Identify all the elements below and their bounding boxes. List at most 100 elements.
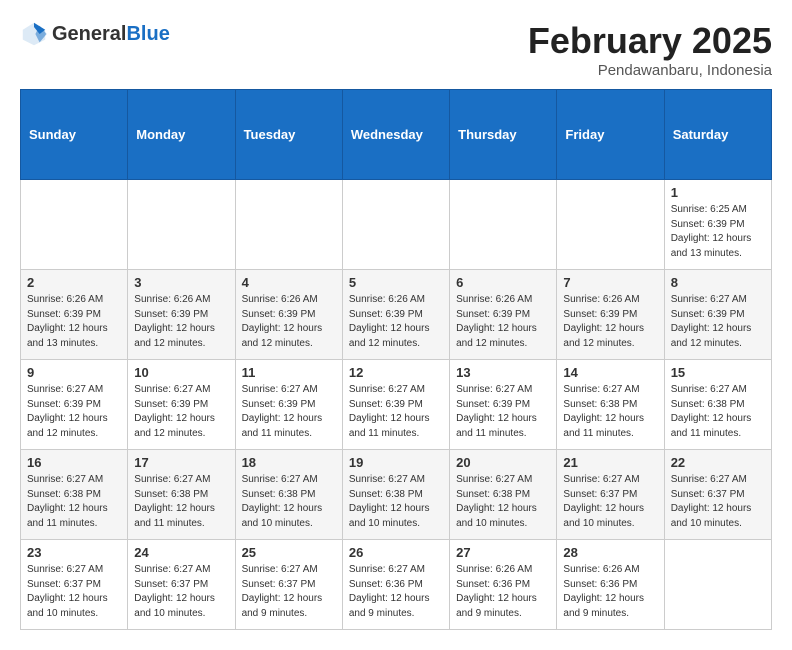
day-number: 16 — [27, 455, 121, 470]
day-number: 17 — [134, 455, 228, 470]
day-info: Sunrise: 6:26 AM Sunset: 6:39 PM Dayligh… — [563, 293, 657, 351]
calendar: SundayMondayTuesdayWednesdayThursdayFrid… — [20, 89, 772, 630]
calendar-week-5: 23 Sunrise: 6:27 AM Sunset: 6:37 PM Dayli… — [21, 540, 772, 630]
calendar-cell: 8 Sunrise: 6:27 AM Sunset: 6:39 PM Daylig… — [664, 270, 771, 360]
day-info: Sunrise: 6:27 AM Sunset: 6:38 PM Dayligh… — [671, 383, 765, 441]
calendar-cell: 7 Sunrise: 6:26 AM Sunset: 6:39 PM Daylig… — [557, 270, 664, 360]
day-info: Sunrise: 6:27 AM Sunset: 6:37 PM Dayligh… — [27, 563, 121, 621]
calendar-cell: 28Sunrise: 6:26 AM Sunset: 6:36 PM Dayli… — [557, 540, 664, 630]
day-info: Sunrise: 6:26 AM Sunset: 6:39 PM Dayligh… — [349, 293, 443, 351]
calendar-cell: 17 Sunrise: 6:27 AM Sunset: 6:38 PM Dayli… — [128, 450, 235, 540]
calendar-week-1: 1 Sunrise: 6:25 AM Sunset: 6:39 PM Daylig… — [21, 180, 772, 270]
day-number: 4 — [242, 275, 336, 290]
calendar-cell — [557, 180, 664, 270]
day-info: Sunrise: 6:26 AM Sunset: 6:39 PM Dayligh… — [27, 293, 121, 351]
calendar-cell: 3 Sunrise: 6:26 AM Sunset: 6:39 PM Daylig… — [128, 270, 235, 360]
day-info: Sunrise: 6:27 AM Sunset: 6:38 PM Dayligh… — [242, 473, 336, 531]
day-number: 18 — [242, 455, 336, 470]
calendar-cell: 2Sunrise: 6:26 AM Sunset: 6:39 PM Daylig… — [21, 270, 128, 360]
day-info: Sunrise: 6:26 AM Sunset: 6:39 PM Dayligh… — [242, 293, 336, 351]
day-number: 15 — [671, 365, 765, 380]
calendar-cell: 1 Sunrise: 6:25 AM Sunset: 6:39 PM Daylig… — [664, 180, 771, 270]
calendar-header-row: SundayMondayTuesdayWednesdayThursdayFrid… — [21, 90, 772, 180]
weekday-header-friday: Friday — [557, 90, 664, 180]
calendar-cell — [128, 180, 235, 270]
day-number: 24 — [134, 545, 228, 560]
day-info: Sunrise: 6:27 AM Sunset: 6:39 PM Dayligh… — [671, 293, 765, 351]
calendar-week-2: 2Sunrise: 6:26 AM Sunset: 6:39 PM Daylig… — [21, 270, 772, 360]
day-number: 22 — [671, 455, 765, 470]
calendar-cell: 22 Sunrise: 6:27 AM Sunset: 6:37 PM Dayli… — [664, 450, 771, 540]
day-info: Sunrise: 6:27 AM Sunset: 6:38 PM Dayligh… — [134, 473, 228, 531]
calendar-cell: 12Sunrise: 6:27 AM Sunset: 6:39 PM Dayli… — [342, 360, 449, 450]
day-number: 9 — [27, 365, 121, 380]
day-number: 21 — [563, 455, 657, 470]
weekday-header-sunday: Sunday — [21, 90, 128, 180]
month-title: February 2025 — [528, 20, 772, 62]
calendar-cell — [21, 180, 128, 270]
weekday-header-thursday: Thursday — [450, 90, 557, 180]
day-info: Sunrise: 6:27 AM Sunset: 6:39 PM Dayligh… — [134, 383, 228, 441]
calendar-cell: 21 Sunrise: 6:27 AM Sunset: 6:37 PM Dayli… — [557, 450, 664, 540]
day-info: Sunrise: 6:27 AM Sunset: 6:37 PM Dayligh… — [671, 473, 765, 531]
weekday-header-monday: Monday — [128, 90, 235, 180]
calendar-cell: 6 Sunrise: 6:26 AM Sunset: 6:39 PM Daylig… — [450, 270, 557, 360]
calendar-cell: 19 Sunrise: 6:27 AM Sunset: 6:38 PM Dayli… — [342, 450, 449, 540]
day-info: Sunrise: 6:27 AM Sunset: 6:38 PM Dayligh… — [349, 473, 443, 531]
day-number: 28 — [563, 545, 657, 560]
location: Pendawanbaru, Indonesia — [528, 62, 772, 79]
day-info: Sunrise: 6:26 AM Sunset: 6:39 PM Dayligh… — [456, 293, 550, 351]
calendar-cell — [450, 180, 557, 270]
day-number: 7 — [563, 275, 657, 290]
day-number: 13 — [456, 365, 550, 380]
calendar-cell: 24 Sunrise: 6:27 AM Sunset: 6:37 PM Dayli… — [128, 540, 235, 630]
day-number: 20 — [456, 455, 550, 470]
day-number: 23 — [27, 545, 121, 560]
day-info: Sunrise: 6:26 AM Sunset: 6:36 PM Dayligh… — [456, 563, 550, 621]
day-info: Sunrise: 6:26 AM Sunset: 6:39 PM Dayligh… — [134, 293, 228, 351]
day-number: 1 — [671, 185, 765, 200]
calendar-cell: 18 Sunrise: 6:27 AM Sunset: 6:38 PM Dayli… — [235, 450, 342, 540]
calendar-cell: 4 Sunrise: 6:26 AM Sunset: 6:39 PM Daylig… — [235, 270, 342, 360]
day-number: 26 — [349, 545, 443, 560]
day-number: 5 — [349, 275, 443, 290]
day-number: 3 — [134, 275, 228, 290]
day-info: Sunrise: 6:27 AM Sunset: 6:37 PM Dayligh… — [242, 563, 336, 621]
calendar-cell: 23 Sunrise: 6:27 AM Sunset: 6:37 PM Dayli… — [21, 540, 128, 630]
day-number: 8 — [671, 275, 765, 290]
day-number: 12 — [349, 365, 443, 380]
day-info: Sunrise: 6:27 AM Sunset: 6:38 PM Dayligh… — [27, 473, 121, 531]
weekday-header-tuesday: Tuesday — [235, 90, 342, 180]
day-info: Sunrise: 6:27 AM Sunset: 6:38 PM Dayligh… — [563, 383, 657, 441]
title-block: February 2025 Pendawanbaru, Indonesia — [528, 20, 772, 79]
calendar-cell: 16 Sunrise: 6:27 AM Sunset: 6:38 PM Dayli… — [21, 450, 128, 540]
day-info: Sunrise: 6:25 AM Sunset: 6:39 PM Dayligh… — [671, 203, 765, 261]
calendar-cell — [235, 180, 342, 270]
calendar-cell: 5 Sunrise: 6:26 AM Sunset: 6:39 PM Daylig… — [342, 270, 449, 360]
day-number: 6 — [456, 275, 550, 290]
day-number: 10 — [134, 365, 228, 380]
calendar-cell: 25Sunrise: 6:27 AM Sunset: 6:37 PM Dayli… — [235, 540, 342, 630]
calendar-cell: 15 Sunrise: 6:27 AM Sunset: 6:38 PM Dayli… — [664, 360, 771, 450]
day-number: 27 — [456, 545, 550, 560]
calendar-cell — [342, 180, 449, 270]
day-number: 14 — [563, 365, 657, 380]
day-info: Sunrise: 6:27 AM Sunset: 6:36 PM Dayligh… — [349, 563, 443, 621]
calendar-cell: 14 Sunrise: 6:27 AM Sunset: 6:38 PM Dayli… — [557, 360, 664, 450]
logo-text: GeneralBlue — [52, 23, 170, 45]
calendar-cell: 9Sunrise: 6:27 AM Sunset: 6:39 PM Daylig… — [21, 360, 128, 450]
logo-icon — [20, 20, 48, 48]
logo: GeneralBlue — [20, 20, 170, 48]
day-info: Sunrise: 6:27 AM Sunset: 6:38 PM Dayligh… — [456, 473, 550, 531]
day-number: 19 — [349, 455, 443, 470]
calendar-cell: 10 Sunrise: 6:27 AM Sunset: 6:39 PM Dayli… — [128, 360, 235, 450]
day-number: 11 — [242, 365, 336, 380]
day-info: Sunrise: 6:27 AM Sunset: 6:37 PM Dayligh… — [563, 473, 657, 531]
day-info: Sunrise: 6:27 AM Sunset: 6:39 PM Dayligh… — [456, 383, 550, 441]
calendar-cell: 27 Sunrise: 6:26 AM Sunset: 6:36 PM Dayli… — [450, 540, 557, 630]
day-info: Sunrise: 6:27 AM Sunset: 6:39 PM Dayligh… — [242, 383, 336, 441]
calendar-cell: 13 Sunrise: 6:27 AM Sunset: 6:39 PM Dayli… — [450, 360, 557, 450]
day-info: Sunrise: 6:27 AM Sunset: 6:37 PM Dayligh… — [134, 563, 228, 621]
calendar-week-4: 16 Sunrise: 6:27 AM Sunset: 6:38 PM Dayli… — [21, 450, 772, 540]
calendar-cell: 20 Sunrise: 6:27 AM Sunset: 6:38 PM Dayli… — [450, 450, 557, 540]
